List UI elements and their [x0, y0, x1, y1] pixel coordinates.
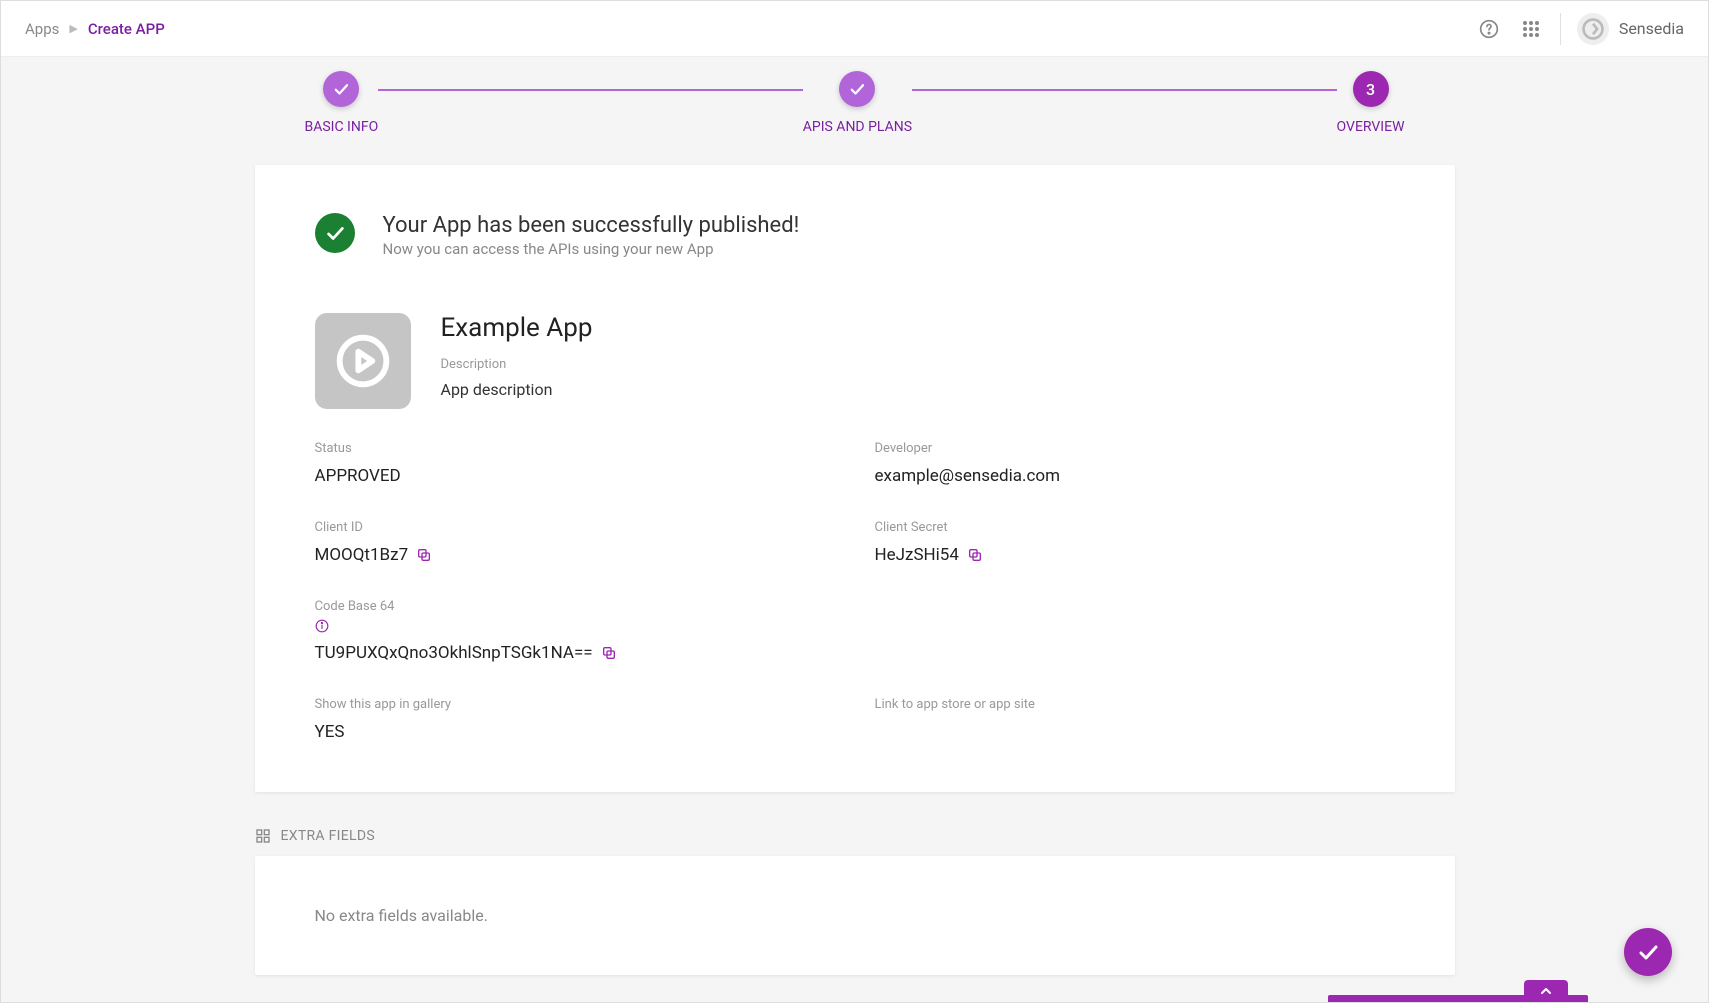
divider — [1560, 13, 1561, 45]
success-title: Your App has been successfully published… — [383, 213, 800, 238]
field-value: example@sensedia.com — [875, 466, 1395, 486]
expand-up-button[interactable] — [1524, 980, 1568, 1002]
step-basic-info[interactable]: BASIC INFO — [305, 71, 379, 135]
extra-fields-card: No extra fields available. — [255, 856, 1455, 975]
step-connector — [378, 89, 803, 91]
grid-icon — [255, 828, 271, 844]
app-description: App description — [441, 380, 593, 399]
breadcrumb: Apps ▶ Create APP — [25, 20, 165, 38]
field-value: HeJzSHi54 — [875, 545, 959, 565]
field-label: Client Secret — [875, 520, 1395, 535]
apps-grid-icon[interactable] — [1518, 16, 1544, 42]
extra-fields-empty: No extra fields available. — [315, 906, 488, 925]
field-label: Developer — [875, 441, 1395, 456]
username: Sensedia — [1619, 19, 1684, 38]
step-label: APIS AND PLANS — [803, 119, 912, 135]
check-icon — [323, 71, 359, 107]
user-menu[interactable]: Sensedia — [1577, 13, 1684, 45]
confirm-fab-button[interactable] — [1624, 928, 1672, 976]
field-label: Status — [315, 441, 835, 456]
copy-icon[interactable] — [967, 547, 983, 563]
field-label: Show this app in gallery — [315, 697, 835, 712]
app-description-label: Description — [441, 357, 593, 372]
step-connector — [912, 89, 1337, 91]
field-value: TU9PUXQxQno3OkhlSnpTSGk1NA== — [315, 643, 593, 663]
success-subtitle: Now you can access the APIs using your n… — [383, 240, 800, 258]
info-icon[interactable] — [315, 618, 329, 637]
check-icon — [839, 71, 875, 107]
field-link-store: Link to app store or app site — [875, 697, 1395, 742]
success-check-icon — [315, 213, 355, 253]
section-title: EXTRA FIELDS — [281, 828, 375, 844]
copy-icon[interactable] — [601, 645, 617, 661]
breadcrumb-current: Create APP — [88, 20, 165, 38]
avatar — [1577, 13, 1609, 45]
step-label: BASIC INFO — [305, 119, 379, 135]
step-number: 3 — [1353, 71, 1389, 107]
field-value: YES — [315, 722, 835, 742]
field-client-secret: Client Secret HeJzSHi54 — [875, 520, 1395, 565]
field-status: Status APPROVED — [315, 441, 835, 486]
field-label: Link to app store or app site — [875, 697, 1395, 712]
app-logo-icon — [315, 313, 411, 409]
field-code-base64: Code Base 64 TU9PUXQxQno3OkhlSnpTSGk1NA=… — [315, 599, 835, 663]
field-value: APPROVED — [315, 466, 835, 486]
field-client-id: Client ID MOOQt1Bz7 — [315, 520, 835, 565]
extra-fields-header: EXTRA FIELDS — [255, 828, 1455, 844]
app-name: Example App — [441, 313, 593, 343]
stepper: BASIC INFO APIS AND PLANS 3 OVERVIEW — [155, 71, 1555, 135]
copy-icon[interactable] — [416, 547, 432, 563]
step-apis-plans[interactable]: APIS AND PLANS — [803, 71, 912, 135]
chevron-right-icon: ▶ — [69, 22, 77, 35]
overview-card: Your App has been successfully published… — [255, 165, 1455, 792]
breadcrumb-root[interactable]: Apps — [25, 20, 59, 38]
field-value: MOOQt1Bz7 — [315, 545, 409, 565]
field-developer: Developer example@sensedia.com — [875, 441, 1395, 486]
step-label: OVERVIEW — [1337, 119, 1405, 135]
field-show-in-gallery: Show this app in gallery YES — [315, 697, 835, 742]
field-label: Code Base 64 — [315, 599, 395, 614]
step-overview[interactable]: 3 OVERVIEW — [1337, 71, 1405, 135]
help-icon[interactable] — [1476, 16, 1502, 42]
field-label: Client ID — [315, 520, 835, 535]
